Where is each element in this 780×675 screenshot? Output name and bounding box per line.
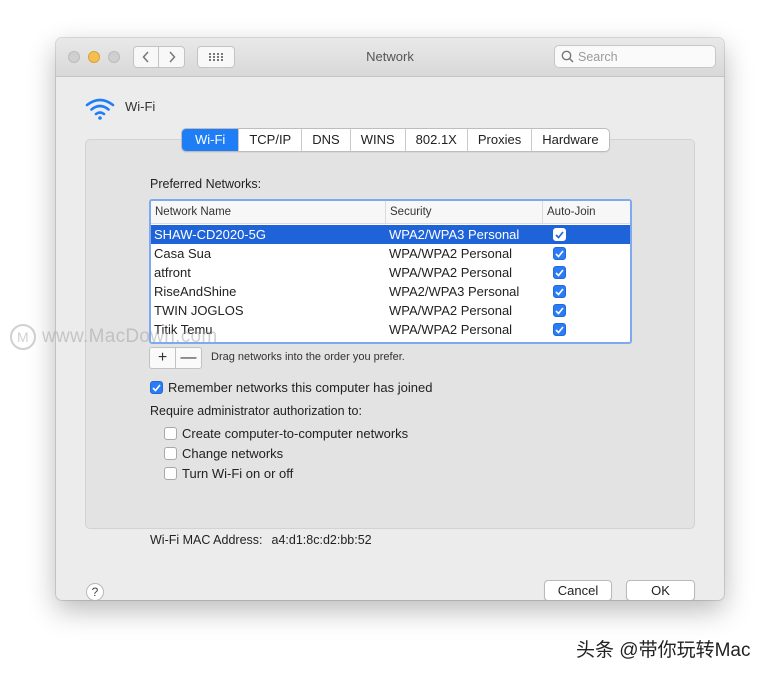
network-preferences-window: Network Wi-Fi Wi-Fi TCP/IP DNS WINS 802.… [56,38,724,600]
tab-proxies[interactable]: Proxies [468,129,533,151]
network-name-cell: RiseAndShine [154,284,237,299]
column-header-auto-join[interactable]: Auto-Join [543,201,630,223]
tab-bar: Wi-Fi TCP/IP DNS WINS 802.1X Proxies Har… [181,128,610,152]
security-cell: WPA/WPA2 Personal [389,265,513,280]
wifi-icon [85,97,115,126]
network-name-cell: atfront [154,265,191,280]
preferred-networks-table[interactable]: Network Name Security Auto-Join SHAW-CD2… [149,199,632,344]
table-row[interactable]: atfront WPA/WPA2 Personal [151,263,630,282]
column-header-network-name[interactable]: Network Name [151,201,386,223]
remember-networks-checkbox[interactable] [150,381,163,394]
create-networks-label: Create computer-to-computer networks [182,426,409,441]
change-networks-checkbox[interactable] [164,447,177,460]
toggle-wifi-checkbox[interactable] [164,467,177,480]
drag-hint: Drag networks into the order you prefer. [211,351,405,363]
network-name-cell: TWIN JOGLOS [154,303,244,318]
tab-wifi[interactable]: Wi-Fi [182,129,240,151]
tab-8021x[interactable]: 802.1X [406,129,468,151]
security-cell: WPA/WPA2 Personal [389,303,513,318]
change-networks-label: Change networks [182,446,284,461]
security-cell: WPA/WPA2 Personal [389,322,513,337]
change-networks-option[interactable]: Change networks [164,446,283,461]
auto-join-checkbox[interactable] [553,228,566,241]
checkmark-icon [555,306,564,315]
table-body: SHAW-CD2020-5G WPA2/WPA3 Personal Casa S… [151,225,630,339]
ok-button[interactable]: OK [626,580,695,600]
create-networks-checkbox[interactable] [164,427,177,440]
auto-join-cell [543,282,630,301]
watermark: M www.MacDown.com [10,324,218,350]
auto-join-checkbox[interactable] [553,323,566,336]
create-networks-option[interactable]: Create computer-to-computer networks [164,426,408,441]
tab-hardware[interactable]: Hardware [532,129,608,151]
security-cell: WPA2/WPA3 Personal [389,227,520,242]
add-remove-control: + — [149,347,202,369]
checkmark-icon [555,230,564,239]
search-icon [561,50,574,63]
auto-join-cell [543,225,630,244]
security-cell: WPA/WPA2 Personal [389,246,513,261]
tab-tcpip[interactable]: TCP/IP [239,129,303,151]
table-row[interactable]: TWIN JOGLOS WPA/WPA2 Personal [151,301,630,320]
watermark-text: www.MacDown.com [42,326,218,347]
toggle-wifi-option[interactable]: Turn Wi-Fi on or off [164,466,293,481]
auto-join-cell [543,244,630,263]
search-input[interactable] [578,49,708,64]
auto-join-checkbox[interactable] [553,247,566,260]
title-bar: Network [56,38,724,77]
auto-join-cell [543,320,630,339]
auto-join-checkbox[interactable] [553,304,566,317]
auto-join-cell [543,263,630,282]
help-button[interactable]: ? [86,583,104,600]
checkmark-icon [555,268,564,277]
tab-wins[interactable]: WINS [351,129,406,151]
column-header-security[interactable]: Security [386,201,543,223]
checkmark-icon [152,383,161,392]
toggle-wifi-label: Turn Wi-Fi on or off [182,466,294,481]
preferred-networks-title: Preferred Networks: [150,177,262,191]
checkmark-icon [555,325,564,334]
require-admin-title: Require administrator authorization to: [150,404,362,418]
mac-address-label: Wi-Fi MAC Address: [150,533,263,547]
table-header: Network Name Security Auto-Join [151,201,630,224]
cancel-button[interactable]: Cancel [544,580,612,600]
auto-join-checkbox[interactable] [553,266,566,279]
auto-join-cell [543,301,630,320]
checkmark-icon [555,249,564,258]
table-row[interactable]: Titik Temu WPA/WPA2 Personal [151,320,630,339]
auto-join-checkbox[interactable] [553,285,566,298]
mac-address-line: Wi-Fi MAC Address: a4:d1:8c:d2:bb:52 [150,533,372,547]
checkmark-icon [555,287,564,296]
image-caption: 头条 @带你玩转Mac [576,640,751,661]
network-name-cell: Casa Sua [154,246,212,261]
security-cell: WPA2/WPA3 Personal [389,284,520,299]
mac-address-value: a4:d1:8c:d2:bb:52 [271,533,372,547]
tab-dns[interactable]: DNS [302,129,351,151]
table-row[interactable]: SHAW-CD2020-5G WPA2/WPA3 Personal [151,225,630,244]
add-network-button[interactable]: + [150,348,175,368]
table-row[interactable]: Casa Sua WPA/WPA2 Personal [151,244,630,263]
remove-network-button[interactable]: — [175,348,201,368]
remember-networks-label: Remember networks this computer has join… [168,380,433,395]
interface-name: Wi-Fi [125,99,156,114]
watermark-logo: M [10,324,36,350]
network-name-cell: SHAW-CD2020-5G [154,227,266,242]
table-row[interactable]: RiseAndShine WPA2/WPA3 Personal [151,282,630,301]
remember-networks-option[interactable]: Remember networks this computer has join… [150,380,432,395]
search-field[interactable] [554,45,716,68]
